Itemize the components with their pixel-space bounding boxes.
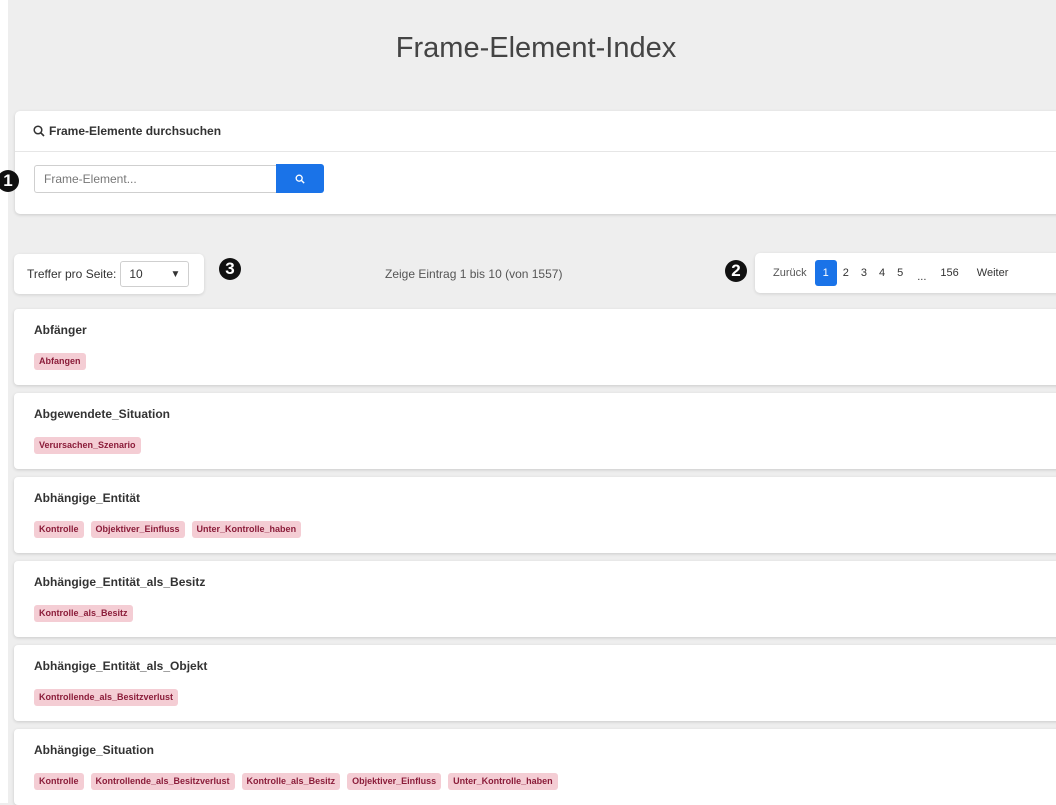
frame-tag[interactable]: Abfangen bbox=[34, 353, 86, 370]
marker-3: 3 bbox=[219, 258, 241, 280]
left-edge bbox=[0, 0, 8, 803]
entry-card[interactable]: Abhängige_Entität_als_Besitz Kontrolle_a… bbox=[14, 561, 1056, 637]
entry-tags: Kontrolle_als_Besitz bbox=[34, 605, 133, 622]
search-icon bbox=[295, 174, 305, 184]
entry-card[interactable]: Abhängige_Entität Kontrolle Objektiver_E… bbox=[14, 477, 1056, 553]
results-per-page: Treffer pro Seite: 10 ▼ bbox=[14, 254, 204, 294]
frame-tag[interactable]: Kontrollende_als_Besitzverlust bbox=[90, 773, 235, 790]
entry-card[interactable]: Abhängige_Entität_als_Objekt Kontrollend… bbox=[14, 645, 1056, 721]
pagination-prev[interactable]: Zurück bbox=[767, 260, 815, 286]
search-header: Frame-Elemente durchsuchen bbox=[15, 111, 1056, 152]
search-input[interactable] bbox=[34, 165, 276, 193]
frame-tag[interactable]: Kontrollende_als_Besitzverlust bbox=[34, 689, 179, 706]
frame-tag[interactable]: Objektiver_Einfluss bbox=[90, 521, 185, 538]
perpage-label: Treffer pro Seite: bbox=[27, 267, 117, 281]
frame-tag[interactable]: Kontrolle bbox=[34, 521, 84, 538]
pagination-page-5[interactable]: 5 bbox=[891, 260, 909, 286]
entry-card[interactable]: Abfänger Abfangen bbox=[14, 309, 1056, 385]
entry-card[interactable]: Abhängige_Situation Kontrolle Kontrollen… bbox=[14, 729, 1056, 805]
entry-name[interactable]: Abhängige_Entität bbox=[34, 491, 140, 505]
frame-tag[interactable]: Objektiver_Einfluss bbox=[347, 773, 442, 790]
pagination-page-4[interactable]: 4 bbox=[873, 260, 891, 286]
frame-tag[interactable]: Kontrolle_als_Besitz bbox=[241, 773, 341, 790]
pagination-page-last[interactable]: 156 bbox=[934, 260, 964, 286]
search-row bbox=[34, 164, 324, 193]
search-button[interactable] bbox=[276, 164, 324, 193]
entry-name[interactable]: Abfänger bbox=[34, 323, 87, 337]
entry-tags: Kontrolle Objektiver_Einfluss Unter_Kont… bbox=[34, 521, 302, 538]
entry-name[interactable]: Abhängige_Situation bbox=[34, 743, 154, 757]
frame-tag[interactable]: Verursachen_Szenario bbox=[34, 437, 141, 454]
dropdown-arrow-icon: ▼ bbox=[170, 268, 181, 280]
entry-tags: Abfangen bbox=[34, 353, 86, 370]
search-icon bbox=[33, 125, 45, 137]
entry-card[interactable]: Abgewendete_Situation Verursachen_Szenar… bbox=[14, 393, 1056, 469]
frame-tag[interactable]: Kontrolle_als_Besitz bbox=[34, 605, 133, 622]
pagination: Zurück 1 2 3 4 5 ... 156 Weiter bbox=[755, 253, 1056, 293]
pagination-page-2[interactable]: 2 bbox=[837, 260, 855, 286]
entry-name[interactable]: Abgewendete_Situation bbox=[34, 407, 170, 421]
entry-name[interactable]: Abhängige_Entität_als_Objekt bbox=[34, 659, 207, 673]
pagination-ellipsis: ... bbox=[917, 271, 927, 283]
frame-tag[interactable]: Kontrolle bbox=[34, 773, 84, 790]
entry-tags: Kontrolle Kontrollende_als_Besitzverlust… bbox=[34, 773, 558, 790]
entry-tags: Verursachen_Szenario bbox=[34, 437, 141, 454]
perpage-select[interactable]: 10 ▼ bbox=[120, 261, 190, 287]
pagination-next[interactable]: Weiter bbox=[965, 260, 1015, 286]
pagination-page-3[interactable]: 3 bbox=[855, 260, 873, 286]
marker-2: 2 bbox=[725, 260, 747, 282]
entries-info: Zeige Eintrag 1 bis 10 (von 1557) bbox=[385, 267, 563, 281]
page-title: Frame-Element-Index bbox=[395, 32, 677, 64]
entry-tags: Kontrollende_als_Besitzverlust bbox=[34, 689, 179, 706]
perpage-value: 10 bbox=[129, 267, 143, 281]
search-heading: Frame-Elemente durchsuchen bbox=[49, 124, 222, 138]
search-card: Frame-Elemente durchsuchen bbox=[15, 111, 1056, 214]
frame-tag[interactable]: Unter_Kontrolle_haben bbox=[448, 773, 558, 790]
entry-name[interactable]: Abhängige_Entität_als_Besitz bbox=[34, 575, 205, 589]
pagination-page-1[interactable]: 1 bbox=[814, 260, 837, 286]
frame-tag[interactable]: Unter_Kontrolle_haben bbox=[191, 521, 302, 538]
